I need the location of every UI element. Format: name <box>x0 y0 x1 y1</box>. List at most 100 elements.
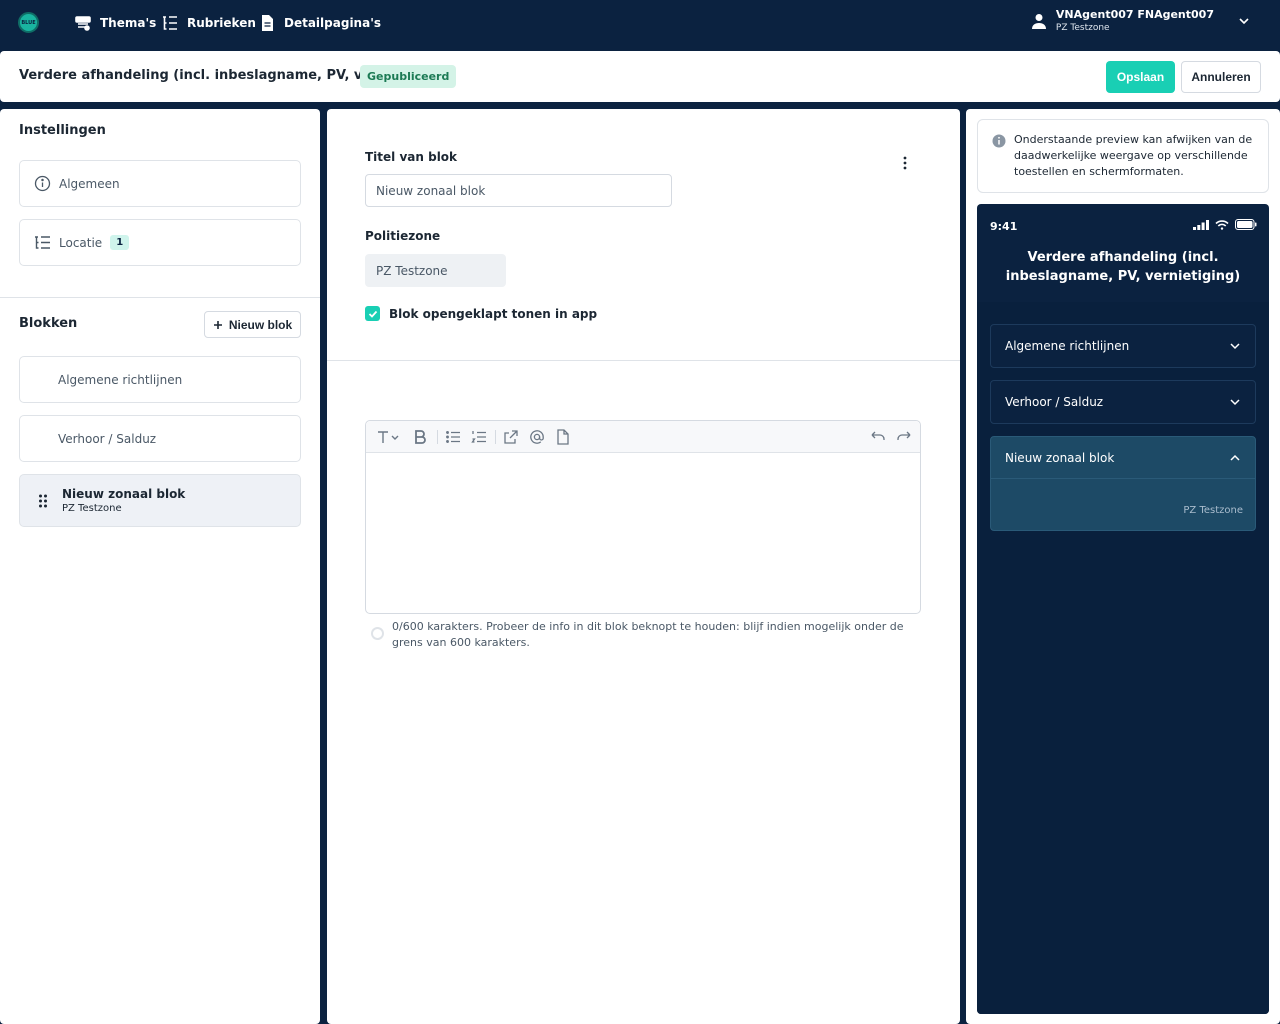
character-counter-text: 0/600 karakters. Probeer de info in dit … <box>392 620 904 649</box>
drag-handle-icon[interactable] <box>38 493 48 509</box>
accordion-label: Algemene richtlijnen <box>1005 339 1130 353</box>
zone-field-value: PZ Testzone <box>376 263 448 278</box>
zone-field-label: Politiezone <box>365 229 441 243</box>
preview-notice: Onderstaande preview kan afwijken van de… <box>977 119 1269 193</box>
numbered-list-button[interactable] <box>470 428 488 446</box>
text-style-button[interactable] <box>374 428 402 446</box>
external-link-icon <box>504 430 518 444</box>
rich-text-editor[interactable] <box>365 420 921 614</box>
bold-button[interactable] <box>411 428 429 446</box>
expanded-checkbox[interactable] <box>365 306 380 321</box>
at-sign-icon <box>530 430 544 444</box>
settings-item-label: Locatie <box>59 235 103 250</box>
phone-status-bar <box>1193 219 1257 230</box>
expanded-checkbox-label: Blok opengeklapt tonen in app <box>389 306 598 321</box>
nav-item-label: Detailpagina's <box>284 16 382 30</box>
block-item-label: Nieuw zonaal blok <box>62 487 186 501</box>
nav-item-label: Rubrieken <box>187 16 256 30</box>
accordion-label: Nieuw zonaal blok <box>1005 450 1115 465</box>
wifi-icon <box>1215 219 1229 230</box>
settings-item-label: Algemeen <box>59 176 120 191</box>
title-input-value: Nieuw zonaal blok <box>376 183 486 198</box>
accordion-label: Verhoor / Salduz <box>1005 395 1104 409</box>
expanded-checkbox-row[interactable]: Blok opengeklapt tonen in app <box>365 306 597 321</box>
more-options-icon[interactable] <box>899 154 911 172</box>
preview-accordion[interactable]: Verhoor / Salduz <box>990 380 1256 424</box>
blocks-title: Blokken <box>19 316 78 331</box>
block-item-active[interactable]: Nieuw zonaal blok PZ Testzone <box>19 474 301 527</box>
new-block-button[interactable]: Nieuw blok <box>204 311 301 338</box>
editor-toolbar <box>366 421 920 453</box>
new-block-label: Nieuw blok <box>228 317 293 332</box>
save-button[interactable]: Opslaan <box>1106 61 1175 93</box>
preview-accordion[interactable]: Algemene richtlijnen <box>990 324 1256 368</box>
redo-button[interactable] <box>895 428 913 446</box>
title-input[interactable]: Nieuw zonaal blok <box>365 174 672 207</box>
accordion-zone: PZ Testzone <box>1183 505 1243 516</box>
link-button[interactable] <box>502 428 520 446</box>
preview-notice-text: Onderstaande preview kan afwijken van de… <box>1014 133 1253 178</box>
bullet-list-icon <box>446 431 460 443</box>
chevron-up-icon <box>1230 454 1240 461</box>
battery-icon <box>1235 219 1257 230</box>
mention-button[interactable] <box>528 428 546 446</box>
left-panel: Instellingen Algemeen Locatie 1 Blokken … <box>0 109 320 1024</box>
block-item-zone: PZ Testzone <box>62 503 122 514</box>
status-badge: Gepubliceerd <box>360 65 457 88</box>
user-name: VNAgent007 FNAgent007 <box>1055 8 1214 21</box>
page-header: Verdere afhandeling (incl. inbeslagname,… <box>0 51 1280 102</box>
progress-ring-icon <box>371 627 384 640</box>
zone-field: PZ Testzone <box>365 254 506 287</box>
title-field-label: Titel van blok <box>365 150 458 164</box>
undo-button[interactable] <box>869 428 887 446</box>
top-nav: BLUE Thema's Rubrieken Detailpagina's VN… <box>0 0 1280 46</box>
toolbar-separator <box>495 430 496 444</box>
text-style-icon <box>378 431 399 443</box>
themes-icon <box>75 16 91 31</box>
block-item[interactable]: Algemene richtlijnen <box>19 356 301 403</box>
nav-item-detailpages[interactable]: Detailpagina's <box>258 12 381 34</box>
nav-item-themes[interactable]: Thema's <box>74 12 156 34</box>
editor-panel: Titel van blok Nieuw zonaal blok Politie… <box>327 109 960 1024</box>
nav-item-rubrics[interactable]: Rubrieken <box>161 12 256 34</box>
block-item[interactable]: Verhoor / Salduz <box>19 415 301 462</box>
chevron-down-icon <box>1230 399 1240 406</box>
chevron-down-icon <box>1239 17 1249 24</box>
character-counter: 0/600 karakters. Probeer de info in dit … <box>371 619 927 651</box>
cancel-button[interactable]: Annuleren <box>1181 61 1261 93</box>
bold-icon <box>415 430 426 444</box>
user-icon <box>1031 13 1046 29</box>
phone-page-title: Verdere afhandeling (incl. inbeslagname,… <box>1005 250 1241 284</box>
attach-document-button[interactable] <box>554 428 572 446</box>
redo-icon <box>897 431 911 440</box>
phone-time: 9:41 <box>990 220 1018 233</box>
section-divider <box>327 360 960 361</box>
preview-panel: Onderstaande preview kan afwijken van de… <box>966 109 1280 1024</box>
rubrics-icon <box>163 16 177 30</box>
info-icon <box>34 175 51 192</box>
app-logo[interactable]: BLUE <box>18 12 39 33</box>
document-icon <box>262 15 273 31</box>
user-menu[interactable]: VNAgent007 FNAgent007 PZ Testzone <box>1031 8 1250 33</box>
checkmark-icon <box>368 310 377 318</box>
section-divider <box>0 297 320 298</box>
chevron-down-icon <box>1230 343 1240 350</box>
phone-preview: 9:41 Verdere afhandeling (incl. inbeslag… <box>977 204 1269 1014</box>
preview-accordion-open[interactable]: Nieuw zonaal blok PZ Testzone <box>990 436 1256 531</box>
block-item-label: Algemene richtlijnen <box>58 372 183 387</box>
accordion-header[interactable]: Nieuw zonaal blok <box>991 437 1255 479</box>
settings-item-general[interactable]: Algemeen <box>19 160 301 207</box>
info-icon <box>992 134 1006 148</box>
block-item-label: Verhoor / Salduz <box>58 431 157 446</box>
location-count-badge: 1 <box>110 235 130 250</box>
document-icon <box>557 429 569 445</box>
settings-item-location[interactable]: Locatie 1 <box>19 219 301 266</box>
bullet-list-button[interactable] <box>444 428 462 446</box>
logo-text: BLUE <box>21 19 36 26</box>
location-list-icon <box>35 236 50 249</box>
editor-content-area[interactable] <box>366 453 920 613</box>
phone-content: Algemene richtlijnen Verhoor / Salduz Ni… <box>977 302 1269 1014</box>
signal-icon <box>1193 219 1209 230</box>
undo-icon <box>871 431 885 440</box>
nav-item-label: Thema's <box>100 16 157 30</box>
